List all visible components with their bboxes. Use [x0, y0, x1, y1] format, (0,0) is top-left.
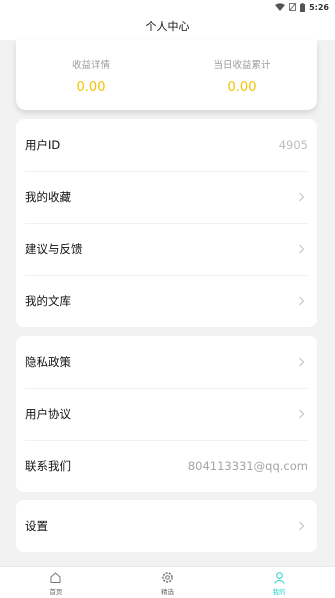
earnings-card: 收益详情 0.00 当日收益累计 0.00 — [16, 40, 317, 110]
chevron-right-icon — [299, 521, 305, 531]
contact-email: 804113331@qq.com — [187, 459, 308, 473]
user-icon — [273, 572, 285, 584]
bottom-tab-bar: 首页 精选 我的 — [0, 566, 335, 598]
chevron-right-icon — [299, 409, 305, 419]
privacy-label: 隐私政策 — [25, 355, 71, 369]
daily-earnings-value: 0.00 — [227, 80, 257, 95]
library-row[interactable]: 我的文库 — [16, 275, 317, 327]
page-header: 个人中心 — [0, 14, 335, 40]
status-bar: 5:26 — [0, 0, 335, 14]
user-id-label: 用户ID — [25, 138, 61, 152]
favorites-label: 我的收藏 — [25, 190, 71, 204]
status-time: 5:26 — [309, 2, 329, 12]
tab-home[interactable]: 首页 — [0, 567, 112, 598]
gear-icon — [162, 572, 173, 583]
contact-row[interactable]: 联系我们 804113331@qq.com — [16, 440, 317, 492]
info-menu-group: 隐私政策 用户协议 联系我们 804113331@qq.com — [16, 336, 317, 492]
daily-earnings[interactable]: 当日收益累计 0.00 — [167, 40, 317, 95]
user-agreement-row[interactable]: 用户协议 — [16, 388, 317, 440]
earnings-detail-label: 收益详情 — [71, 60, 110, 71]
wifi-icon — [275, 3, 286, 11]
tab-home-label: 首页 — [49, 588, 63, 596]
tab-featured-label: 精选 — [161, 588, 174, 596]
tab-mine[interactable]: 我的 — [223, 567, 335, 598]
user-id-row: 用户ID 4905 — [16, 119, 317, 171]
user-id-value: 4905 — [278, 138, 308, 152]
earnings-detail-value: 0.00 — [76, 80, 106, 95]
chevron-right-icon — [299, 244, 305, 254]
chevron-right-icon — [299, 296, 305, 306]
settings-label: 设置 — [25, 519, 48, 533]
home-icon — [50, 572, 61, 583]
library-label: 我的文库 — [25, 294, 71, 308]
contact-label: 联系我们 — [25, 459, 71, 473]
daily-earnings-label: 当日收益累计 — [213, 60, 271, 71]
user-agreement-label: 用户协议 — [25, 407, 71, 421]
earnings-detail[interactable]: 收益详情 0.00 — [16, 40, 166, 95]
status-icons: 5:26 — [275, 1, 329, 13]
favorites-row[interactable]: 我的收藏 — [16, 171, 317, 223]
settings-menu-group: 设置 — [16, 500, 317, 552]
tab-featured[interactable]: 精选 — [112, 567, 224, 598]
privacy-row[interactable]: 隐私政策 — [16, 336, 317, 388]
account-menu-group: 用户ID 4905 我的收藏 建议与反馈 我的文库 — [16, 119, 317, 327]
settings-row[interactable]: 设置 — [16, 500, 317, 552]
chevron-right-icon — [299, 357, 305, 367]
chevron-right-icon — [299, 192, 305, 202]
feedback-label: 建议与反馈 — [25, 242, 83, 256]
page-title: 个人中心 — [145, 20, 190, 33]
battery-icon — [300, 2, 306, 12]
feedback-row[interactable]: 建议与反馈 — [16, 223, 317, 275]
tab-mine-label: 我的 — [272, 588, 286, 596]
signal-icon — [289, 3, 297, 11]
